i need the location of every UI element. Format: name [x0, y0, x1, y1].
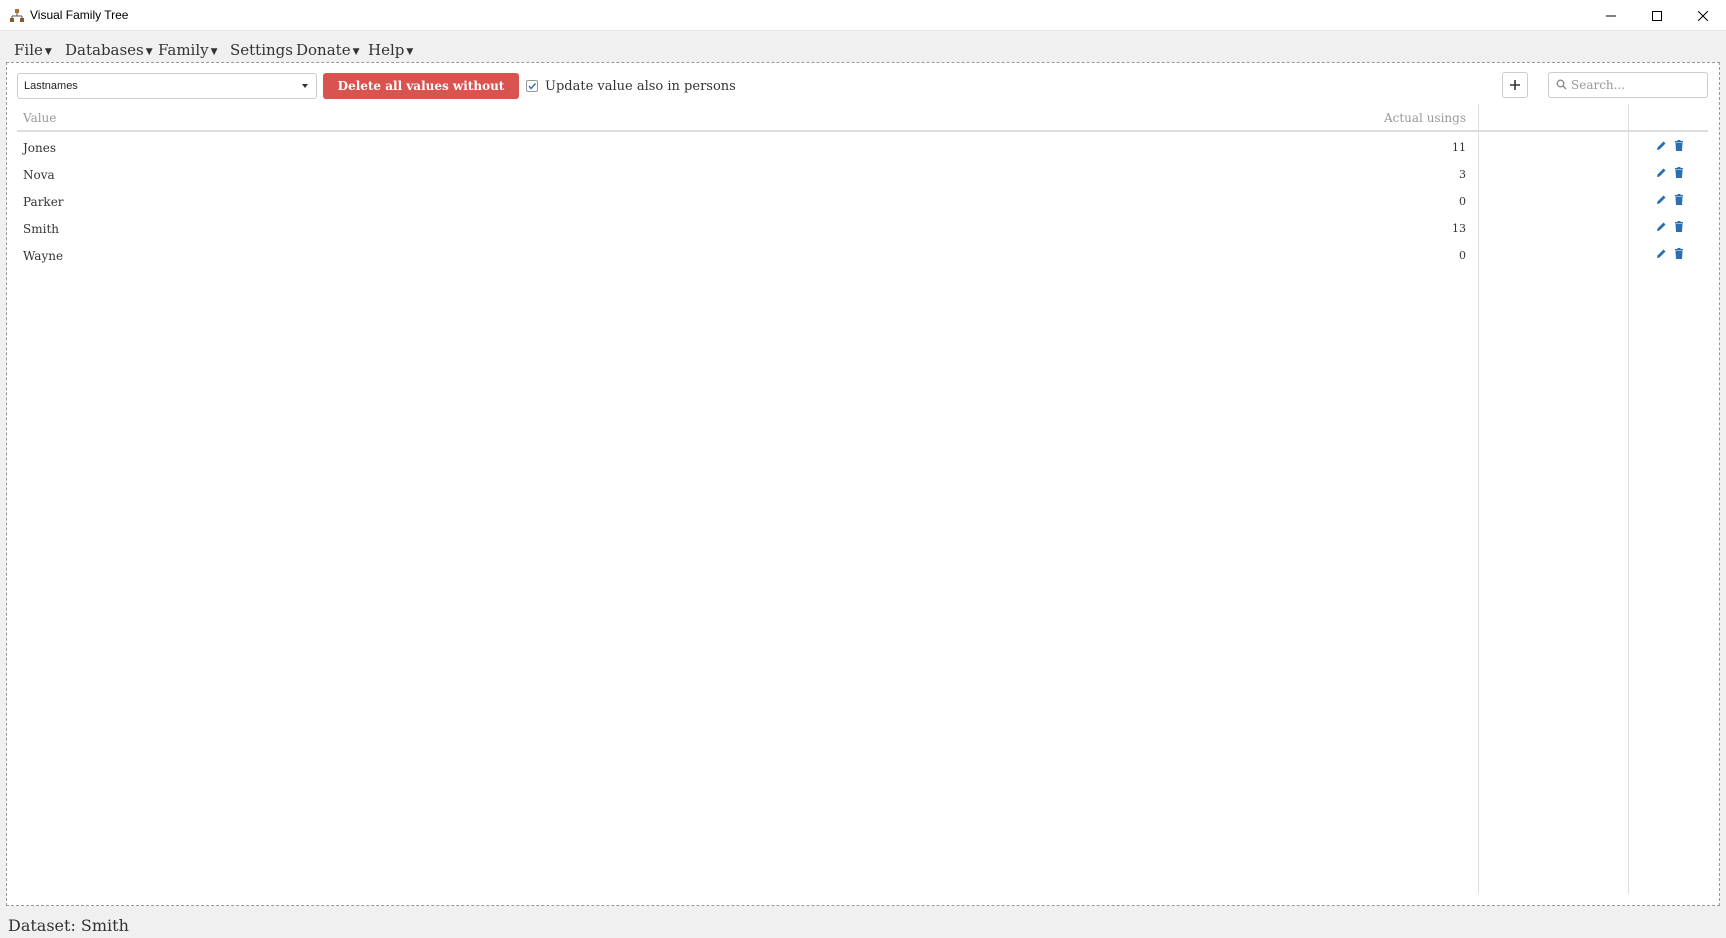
plus-icon: [1510, 80, 1520, 90]
search-input[interactable]: [1571, 73, 1701, 97]
update-persons-label: Update value also in persons: [545, 79, 736, 94]
row-usings: 0: [1459, 249, 1466, 262]
row-actions: [1654, 247, 1686, 261]
column-header-usings[interactable]: Actual usings: [1384, 111, 1466, 125]
menu-bar: File ▼ Databases ▼ Family ▼ Settings Donate…: [0, 33, 1726, 63]
maximize-icon: [1652, 10, 1662, 21]
chevron-down-icon: ▼: [145, 47, 153, 57]
add-value-button[interactable]: [1502, 72, 1528, 98]
menu-file[interactable]: File ▼: [14, 41, 52, 59]
row-value: Wayne: [23, 249, 64, 263]
table-row: Nova 3: [17, 161, 1708, 188]
trash-icon[interactable]: [1672, 166, 1686, 180]
menu-donate[interactable]: Donate ▼: [296, 41, 360, 59]
title-bar: Visual Family Tree: [0, 0, 1726, 31]
menu-file-label: File: [14, 41, 43, 59]
menu-settings-label: Settings: [230, 41, 293, 59]
delete-unused-button[interactable]: Delete all values without using: [323, 73, 519, 119]
update-persons-checkbox[interactable]: [526, 80, 538, 92]
menu-help[interactable]: Help ▼: [368, 41, 413, 59]
menu-donate-label: Donate: [296, 41, 351, 59]
row-actions: [1654, 193, 1686, 207]
window-title: Visual Family Tree: [30, 8, 129, 22]
table-row: Wayne 0: [17, 242, 1708, 269]
row-actions: [1654, 139, 1686, 153]
pencil-icon[interactable]: [1654, 220, 1668, 234]
trash-icon[interactable]: [1672, 247, 1686, 261]
table-row: Parker 0: [17, 188, 1708, 215]
search-box: [1548, 72, 1708, 98]
menu-databases[interactable]: Databases ▼: [65, 41, 153, 59]
row-usings: 11: [1452, 141, 1466, 154]
trash-icon[interactable]: [1672, 139, 1686, 153]
row-value: Smith: [23, 222, 59, 236]
family-tree-app-icon: [10, 9, 24, 22]
menu-databases-label: Databases: [65, 41, 144, 59]
checkmark-icon: [528, 83, 537, 90]
minimize-button[interactable]: [1588, 0, 1634, 31]
category-select[interactable]: Lastnames: [17, 73, 317, 99]
status-bar: Dataset: Smith: [0, 908, 1726, 938]
row-value: Nova: [23, 168, 55, 182]
row-actions: [1654, 220, 1686, 234]
dropdown-arrow-icon: [302, 84, 308, 88]
chevron-down-icon: ▼: [406, 47, 414, 57]
table-row: Jones 11: [17, 134, 1708, 161]
pencil-icon[interactable]: [1654, 139, 1668, 153]
row-value: Parker: [23, 195, 64, 209]
table-header: Value Actual usings: [17, 104, 1708, 132]
chevron-down-icon: ▼: [210, 47, 218, 57]
table-row: Smith 13: [17, 215, 1708, 242]
close-icon: [1698, 10, 1708, 21]
row-usings: 3: [1459, 168, 1466, 181]
minimize-icon: [1606, 15, 1616, 16]
chevron-down-icon: ▼: [44, 47, 52, 57]
pencil-icon[interactable]: [1654, 166, 1668, 180]
chevron-down-icon: ▼: [352, 47, 360, 57]
row-value: Jones: [23, 141, 57, 155]
close-button[interactable]: [1680, 0, 1726, 31]
trash-icon[interactable]: [1672, 220, 1686, 234]
pencil-icon[interactable]: [1654, 193, 1668, 207]
search-icon: [1556, 79, 1567, 90]
row-usings: 0: [1459, 195, 1466, 208]
maximize-button[interactable]: [1634, 0, 1680, 31]
menu-settings[interactable]: Settings: [230, 41, 293, 59]
status-text: Dataset: Smith: [8, 916, 129, 935]
category-select-value: Lastnames: [24, 80, 78, 92]
menu-family-label: Family: [158, 41, 209, 59]
row-usings: 13: [1452, 222, 1466, 235]
column-header-value[interactable]: Value: [23, 111, 56, 125]
row-actions: [1654, 166, 1686, 180]
menu-help-label: Help: [368, 41, 405, 59]
trash-icon[interactable]: [1672, 193, 1686, 207]
pencil-icon[interactable]: [1654, 247, 1668, 261]
menu-family[interactable]: Family ▼: [158, 41, 218, 59]
